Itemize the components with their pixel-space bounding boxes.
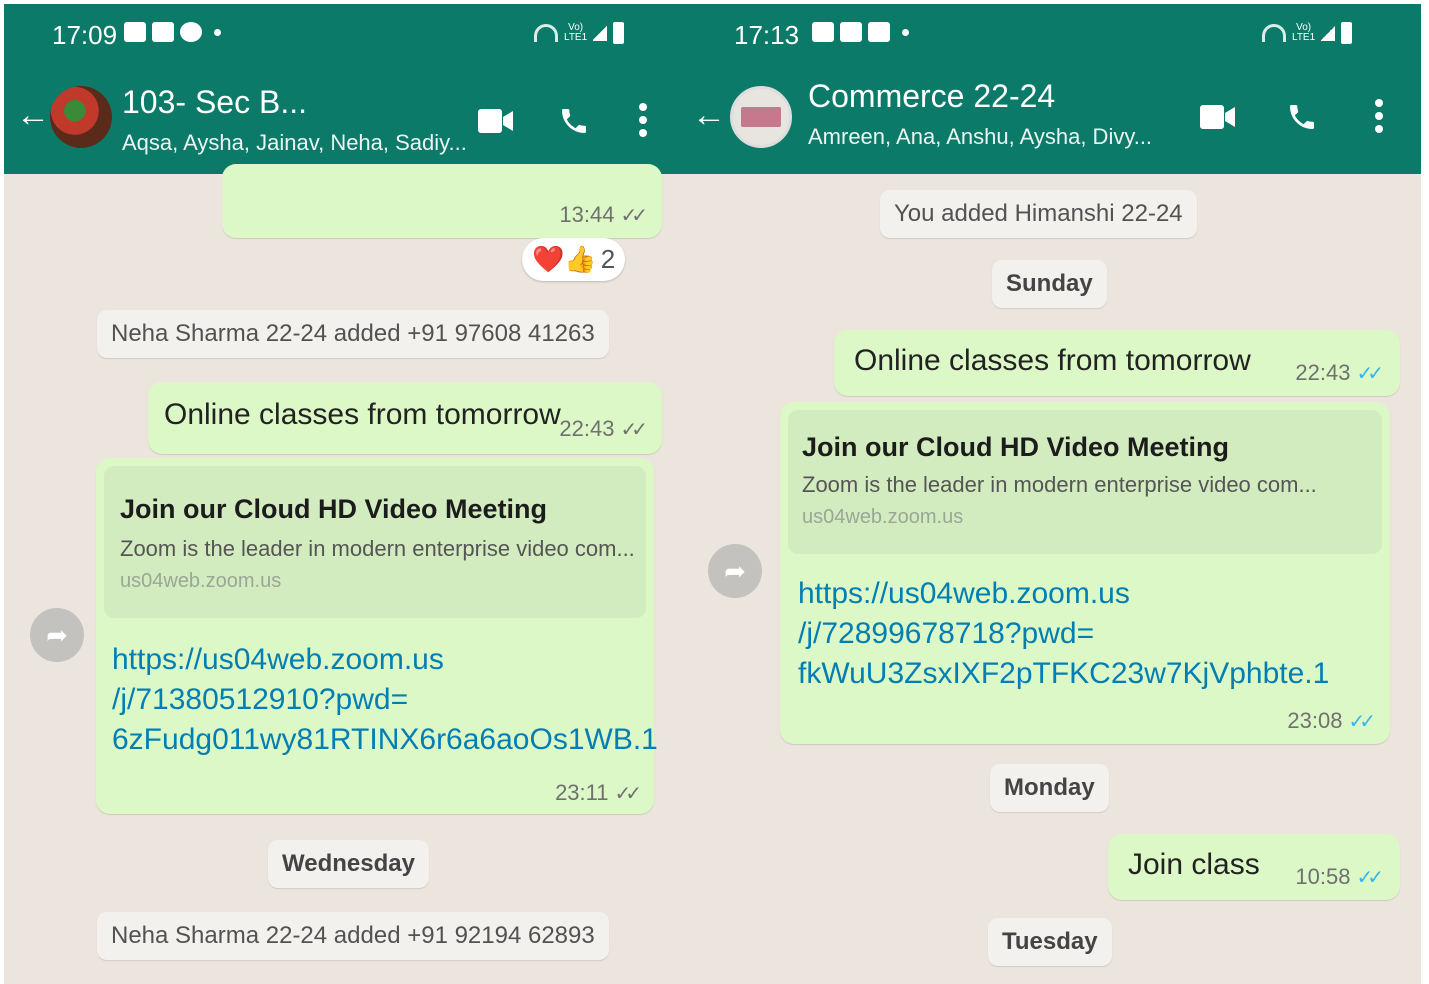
chat-header: ← 103- Sec B... Aqsa, Aysha, Jainav, Neh…: [4, 70, 678, 174]
back-arrow-icon[interactable]: ←: [16, 98, 50, 132]
messenger-icon: [180, 22, 202, 42]
chat-subtitle[interactable]: Amreen, Ana, Anshu, Aysha, Divy...: [808, 124, 1152, 150]
voice-call-icon[interactable]: [558, 104, 590, 143]
facebook-icon: [840, 22, 862, 42]
system-message: Neha Sharma 22-24 added +91 92194 62893: [97, 912, 609, 960]
notification-dot-icon: [214, 28, 221, 36]
group-avatar[interactable]: [50, 86, 112, 148]
message-text: Online classes from tomorrow: [854, 344, 1251, 377]
volte-icon: Vo) LTE1: [564, 22, 588, 43]
link-preview-description: Zoom is the leader in modern enterprise …: [802, 472, 1317, 497]
link-message-bubble[interactable]: Join our Cloud HD Video Meeting Zoom is …: [780, 402, 1390, 744]
battery-icon: [1341, 22, 1353, 44]
forward-icon[interactable]: ➦: [708, 544, 762, 598]
date-divider: Sunday: [992, 260, 1107, 308]
chat-subtitle[interactable]: Aqsa, Aysha, Jainav, Neha, Sadiy...: [122, 130, 467, 156]
chat-title[interactable]: 103- Sec B...: [122, 84, 307, 121]
message-text: Online classes from tomorrow: [164, 398, 561, 431]
wifi-icon: [1262, 24, 1286, 42]
meeting-link[interactable]: https://us04web.zoom.us /j/72899678718?p…: [798, 574, 1329, 694]
reaction-count: 2: [600, 244, 616, 274]
link-preview-title: Join our Cloud HD Video Meeting: [120, 494, 548, 524]
link-preview[interactable]: Join our Cloud HD Video Meeting Zoom is …: [788, 410, 1382, 554]
reaction-badge[interactable]: ❤️👍 2: [522, 238, 626, 281]
message-text: Join class: [1128, 848, 1260, 881]
voice-call-icon[interactable]: [1286, 100, 1318, 139]
message-bubble[interactable]: Online classes from tomorrow 22:43 ✓✓: [148, 382, 662, 454]
group-avatar[interactable]: [730, 86, 792, 148]
read-ticks-icon: ✓✓: [620, 205, 647, 227]
reaction-emoji: ❤️👍: [532, 244, 597, 274]
status-time: 17:13: [734, 20, 800, 50]
date-divider: Tuesday: [988, 918, 1112, 966]
chat-screen-right: 17:13 Vo) LTE1 ← Commerce 22-24 Amreen, A…: [678, 4, 1421, 984]
volte-icon: Vo) LTE1: [1292, 22, 1316, 43]
message-time: 22:43: [1295, 360, 1351, 385]
system-message: You added Himanshi 22-24: [880, 190, 1197, 238]
forward-icon[interactable]: ➦: [30, 608, 84, 662]
read-ticks-icon: ✓✓: [1356, 867, 1383, 889]
battery-icon: [613, 22, 625, 44]
gallery-icon: [812, 22, 834, 42]
signal-icon: [593, 25, 608, 41]
video-call-icon[interactable]: [1200, 104, 1236, 135]
system-message: Neha Sharma 22-24 added +91 97608 41263: [97, 310, 609, 358]
youtube-icon: [152, 22, 174, 42]
date-divider: Wednesday: [268, 840, 429, 888]
read-ticks-icon: ✓✓: [1356, 363, 1383, 385]
read-ticks-icon: ✓✓: [1348, 711, 1375, 733]
notification-dot-icon: [902, 28, 909, 36]
message-time: 22:43: [559, 416, 615, 441]
link-preview-title: Join our Cloud HD Video Meeting: [802, 432, 1230, 462]
message-time: 10:58: [1295, 864, 1351, 889]
video-call-icon[interactable]: [478, 108, 514, 139]
message-time: 23:11: [555, 780, 609, 805]
status-bar: 17:09 Vo) LTE1: [4, 4, 678, 70]
link-preview-description: Zoom is the leader in modern enterprise …: [120, 536, 635, 561]
chat-screen-left: 17:09 Vo) LTE1 ← 103- Sec B... Aqsa, Aysh…: [4, 4, 678, 984]
facebook-icon: [124, 22, 146, 42]
message-time: 13:44: [559, 202, 615, 227]
meeting-link[interactable]: https://us04web.zoom.us /j/71380512910?p…: [112, 640, 658, 760]
message-bubble[interactable]: Join class 10:58 ✓✓: [1108, 834, 1400, 900]
link-preview-host: us04web.zoom.us: [120, 570, 282, 592]
signal-icon: [1321, 25, 1336, 41]
message-time: 23:08: [1287, 708, 1343, 733]
read-ticks-icon: ✓✓: [614, 783, 641, 805]
chat-header: ← Commerce 22-24 Amreen, Ana, Anshu, Ays…: [678, 70, 1421, 174]
chat-title[interactable]: Commerce 22-24: [808, 78, 1055, 115]
more-options-icon[interactable]: [1374, 98, 1384, 139]
link-preview-host: us04web.zoom.us: [802, 506, 964, 528]
link-preview[interactable]: Join our Cloud HD Video Meeting Zoom is …: [104, 466, 646, 618]
wifi-icon: [534, 24, 558, 42]
back-arrow-icon[interactable]: ←: [692, 98, 726, 132]
link-message-bubble[interactable]: Join our Cloud HD Video Meeting Zoom is …: [96, 458, 658, 814]
date-divider: Monday: [990, 764, 1109, 812]
status-bar: 17:13 Vo) LTE1: [678, 4, 1421, 70]
more-options-icon[interactable]: [638, 102, 648, 143]
read-ticks-icon: ✓✓: [620, 419, 647, 441]
message-bubble[interactable]: Online classes from tomorrow 22:43 ✓✓: [834, 330, 1400, 396]
youtube-icon: [868, 22, 890, 42]
status-time: 17:09: [52, 20, 118, 50]
message-bubble-previous[interactable]: 13:44 ✓✓: [222, 164, 662, 238]
